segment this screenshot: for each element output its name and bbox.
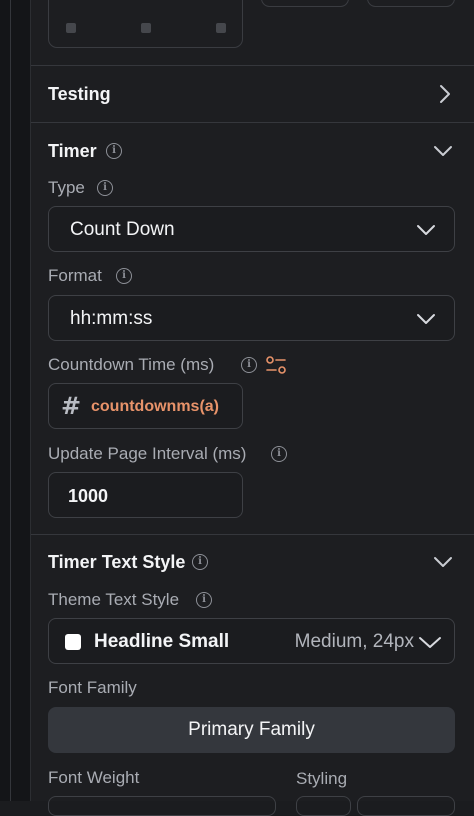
timer-text-style-header[interactable]: Timer Text Style i [31,535,474,579]
left-rail [0,0,30,801]
properties-panel: Testing Timer i Type i Count Down Format… [30,0,474,816]
chevron-down-icon [434,146,452,156]
theme-text-style-label: Theme Text Style [48,590,180,609]
format-value: hh:mm:ss [70,308,153,329]
font-weight-select[interactable] [48,796,276,816]
chevron-down-icon [434,557,452,567]
alignment-grid[interactable] [48,0,243,48]
sliders-icon[interactable] [265,355,287,375]
chevron-right-icon [440,85,450,103]
type-select[interactable]: Count Down [48,206,455,252]
timer-section-header[interactable]: Timer i [31,123,474,167]
countdown-variable-chip[interactable]: # countdownms(a) [48,383,243,429]
format-select[interactable]: hh:mm:ss [48,295,455,341]
styling-toggle[interactable] [296,796,351,816]
font-family-label: Font Family [48,678,137,697]
countdown-time-label: Countdown Time (ms) [48,355,215,374]
timer-title: Timer [48,141,97,161]
theme-style-meta: Medium, 24px [294,631,414,652]
info-icon[interactable]: i [271,446,287,462]
hash-icon: # [61,392,82,420]
info-icon[interactable]: i [192,554,208,570]
alignment-dot[interactable] [66,23,76,33]
top-control[interactable] [367,0,455,7]
info-icon[interactable]: i [116,268,132,284]
testing-title: Testing [48,84,111,104]
alignment-dot[interactable] [216,23,226,33]
font-weight-label: Font Weight [48,768,140,787]
chevron-down-icon [419,637,441,648]
alignment-dot[interactable] [141,23,151,33]
top-control[interactable] [261,0,349,7]
info-icon[interactable]: i [196,592,212,608]
chevron-down-icon [417,225,435,235]
testing-section-header[interactable]: Testing [31,66,474,122]
format-label: Format [48,266,102,285]
update-interval-input[interactable]: 1000 [48,472,243,518]
info-icon[interactable]: i [106,143,122,159]
update-interval-label: Update Page Interval (ms) [48,444,247,463]
info-icon[interactable]: i [97,180,113,196]
type-label: Type [48,178,85,197]
color-swatch [65,634,81,650]
rail-divider [10,0,11,801]
theme-style-name: Headline Small [94,631,230,652]
type-value: Count Down [70,219,175,240]
countdown-variable-name: countdownms(a) [91,398,219,415]
styling-toggle[interactable] [357,796,455,816]
timer-text-style-title: Timer Text Style [48,552,186,572]
font-family-button[interactable]: Primary Family [48,707,455,753]
styling-label: Styling [296,769,348,788]
update-interval-value: 1000 [68,486,109,506]
info-icon[interactable]: i [241,357,257,373]
chevron-down-icon [417,314,435,324]
theme-text-style-select[interactable]: Headline Small Medium, 24px [48,618,455,664]
